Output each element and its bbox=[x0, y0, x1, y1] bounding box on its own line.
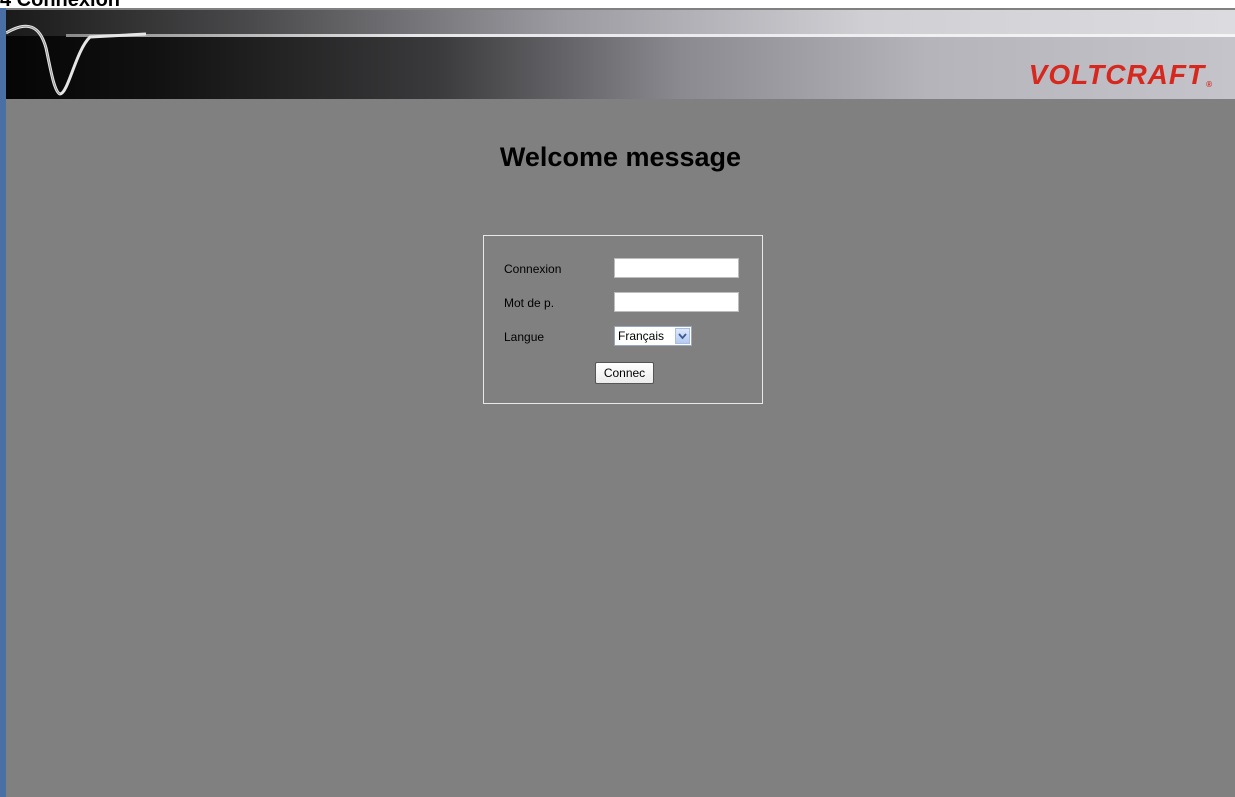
language-select[interactable]: Français bbox=[614, 326, 692, 346]
header-banner: VOLTCRAFT® bbox=[6, 10, 1235, 99]
banner-strip bbox=[6, 10, 1235, 36]
welcome-heading: Welcome message bbox=[499, 142, 742, 172]
browser-frame: VOLTCRAFT® Welcome message Connexion Mot… bbox=[0, 8, 1235, 797]
connect-button[interactable]: Connec bbox=[595, 362, 654, 384]
login-form: Connexion Mot de p. Langue Français Conn… bbox=[483, 235, 763, 404]
login-label: Connexion bbox=[504, 262, 562, 276]
password-label: Mot de p. bbox=[504, 296, 555, 310]
chevron-down-icon[interactable] bbox=[675, 328, 690, 344]
language-label: Langue bbox=[504, 330, 545, 344]
brand-name: VOLTCRAFT bbox=[1028, 59, 1206, 90]
banner-strip-line bbox=[66, 34, 1235, 37]
v-wave-logo-icon bbox=[6, 24, 146, 96]
login-input[interactable] bbox=[614, 258, 739, 278]
password-input[interactable] bbox=[614, 292, 739, 312]
voltcraft-logo: VOLTCRAFT® bbox=[1029, 60, 1213, 99]
registered-mark: ® bbox=[1206, 80, 1213, 89]
language-selected-value: Français bbox=[618, 329, 665, 343]
